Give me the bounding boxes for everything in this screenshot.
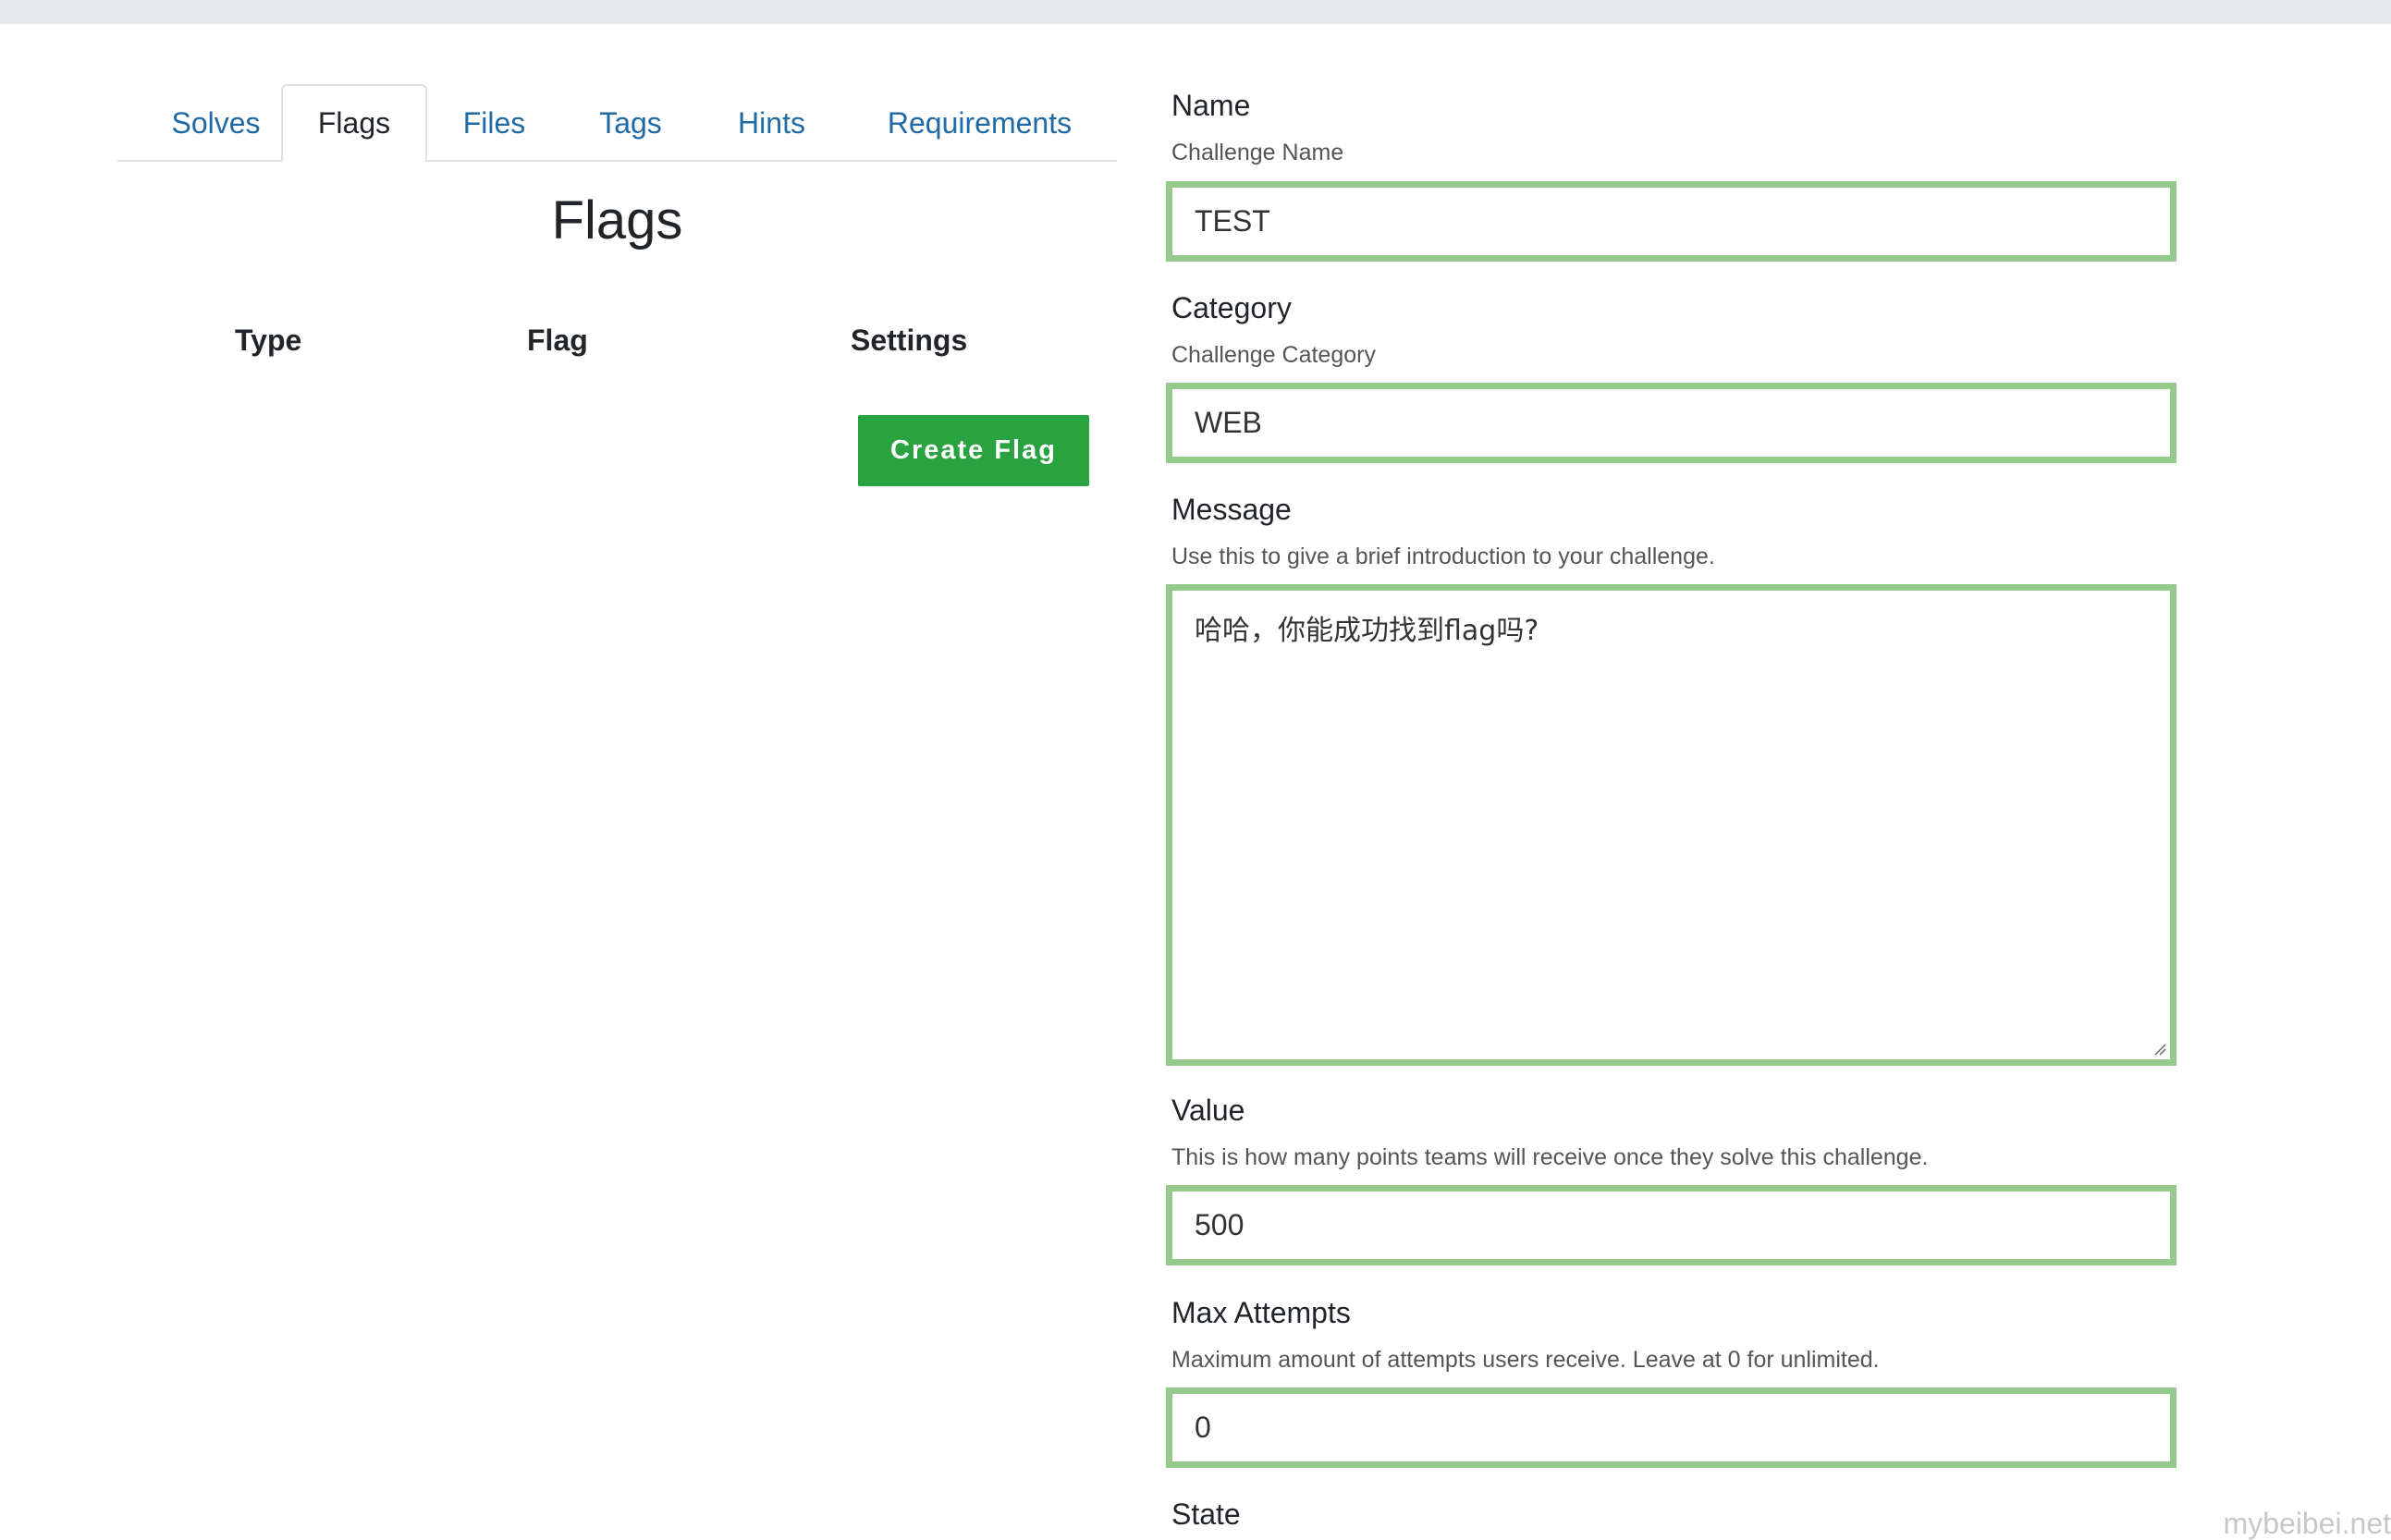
- challenge-name-input[interactable]: TEST: [1166, 181, 2176, 262]
- max-attempts-input[interactable]: 0: [1166, 1387, 2176, 1468]
- tab-flags[interactable]: Flags: [281, 84, 427, 163]
- column-header-type: Type: [235, 324, 302, 357]
- column-header-settings: Settings: [851, 324, 968, 357]
- max-attempts-help: Maximum amount of attempts users receive…: [1171, 1347, 1880, 1373]
- message-label: Message: [1171, 493, 1292, 526]
- message-help: Use this to give a brief introduction to…: [1171, 544, 1715, 569]
- state-label: State: [1171, 1497, 1241, 1531]
- create-flag-button[interactable]: Create Flag: [858, 415, 1089, 486]
- message-text: 哈哈，你能成功找到flag吗?: [1195, 615, 1539, 647]
- tab-tags[interactable]: Tags: [561, 84, 700, 162]
- flags-heading: Flags: [551, 190, 683, 251]
- value-input[interactable]: 500: [1166, 1185, 2176, 1265]
- tab-files[interactable]: Files: [427, 84, 561, 162]
- tab-hints[interactable]: Hints: [700, 84, 843, 162]
- challenge-category-input[interactable]: WEB: [1166, 383, 2176, 463]
- max-attempts-label: Max Attempts: [1171, 1296, 1351, 1329]
- column-header-flag: Flag: [527, 324, 588, 357]
- top-bar: [0, 0, 2391, 24]
- watermark: mybeibei.net: [2223, 1507, 2391, 1540]
- category-label: Category: [1171, 291, 1292, 324]
- name-help: Challenge Name: [1171, 140, 1344, 165]
- value-label: Value: [1171, 1094, 1245, 1127]
- value-help: This is how many points teams will recei…: [1171, 1144, 1929, 1170]
- tab-bar: Solves Flags Files Tags Hints Requiremen…: [117, 84, 1117, 163]
- resize-handle-icon[interactable]: [2153, 1043, 2166, 1056]
- name-label: Name: [1171, 89, 1251, 122]
- category-help: Challenge Category: [1171, 342, 1376, 368]
- tab-requirements[interactable]: Requirements: [843, 84, 1116, 162]
- message-textarea[interactable]: 哈哈，你能成功找到flag吗?: [1166, 584, 2176, 1066]
- tab-solves[interactable]: Solves: [136, 84, 296, 162]
